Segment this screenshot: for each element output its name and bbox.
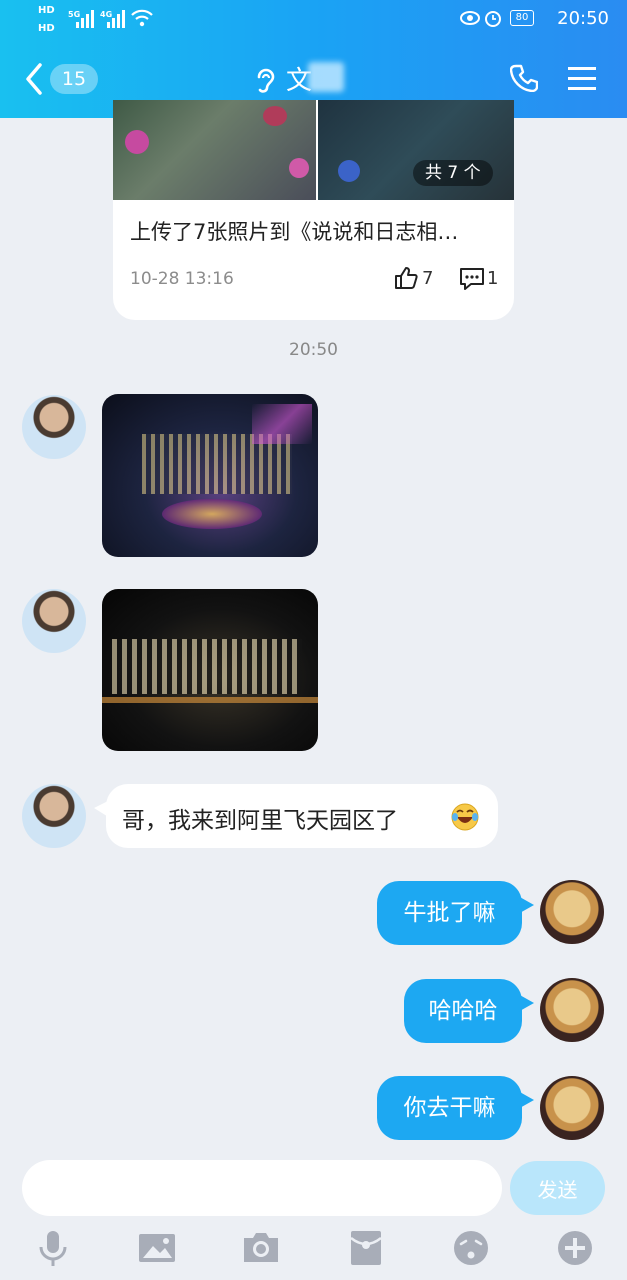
sent-message-bubble[interactable]: 你去干嘛	[377, 1076, 522, 1140]
sent-message-bubble[interactable]: 牛批了嘛	[377, 881, 522, 945]
status-time: 20:50	[557, 8, 609, 29]
battery-indicator: 80	[510, 10, 534, 26]
camera-icon[interactable]	[241, 1228, 281, 1268]
message-text: 哈哈哈	[428, 998, 498, 1024]
laughing-emoji-icon	[451, 803, 479, 831]
qzone-share-card[interactable]: 共 7 个 上传了7张照片到《说说和日志相… 10-28 13:16 7 1	[113, 100, 514, 320]
red-packet-icon[interactable]	[346, 1228, 386, 1268]
bubble-tail	[518, 1091, 534, 1109]
voice-icon[interactable]	[33, 1228, 73, 1268]
phone-icon[interactable]	[510, 64, 538, 92]
image-message[interactable]	[102, 394, 318, 557]
contact-avatar[interactable]	[22, 589, 86, 653]
card-photo-1[interactable]	[113, 100, 316, 200]
card-date: 10-28 13:16	[130, 269, 234, 289]
image-icon[interactable]	[137, 1228, 177, 1268]
my-avatar[interactable]	[540, 1076, 604, 1140]
like-icon[interactable]	[394, 266, 418, 290]
ear-icon[interactable]	[254, 66, 276, 94]
emoji-icon[interactable]	[451, 1228, 491, 1268]
message-timestamp: 20:50	[289, 340, 338, 360]
send-button[interactable]: 发送	[510, 1161, 605, 1215]
plus-icon[interactable]	[555, 1228, 595, 1268]
comment-count: 1	[487, 268, 499, 289]
alarm-icon	[485, 11, 501, 27]
hd-label-top: HD	[38, 5, 55, 16]
message-input[interactable]	[22, 1160, 502, 1216]
signal-icon	[76, 10, 94, 28]
comment-icon[interactable]	[459, 267, 485, 291]
card-title: 上传了7张照片到《说说和日志相…	[130, 220, 459, 244]
wifi-icon	[131, 9, 153, 27]
bubble-tail	[518, 896, 534, 914]
message-text: 哥，我来到阿里飞天园区了	[122, 808, 398, 834]
my-avatar[interactable]	[540, 978, 604, 1042]
eye-icon	[460, 11, 480, 25]
my-avatar[interactable]	[540, 880, 604, 944]
message-text: 牛批了嘛	[403, 900, 496, 926]
message-text: 你去干嘛	[403, 1095, 496, 1121]
sent-message-bubble[interactable]: 哈哈哈	[404, 979, 522, 1043]
bubble-tail	[518, 994, 534, 1012]
image-message[interactable]	[102, 589, 318, 751]
text-message-bubble[interactable]: 哥，我来到阿里飞天园区了	[106, 784, 498, 848]
unread-count-badge[interactable]: 15	[50, 64, 98, 94]
signal-icon-2	[107, 10, 125, 28]
name-redaction	[308, 62, 344, 92]
menu-icon[interactable]	[568, 66, 596, 92]
hd-label-bottom: HD	[38, 23, 55, 34]
contact-avatar[interactable]	[22, 395, 86, 459]
like-count: 7	[422, 268, 434, 289]
photo-count-badge: 共 7 个	[413, 160, 493, 186]
back-icon[interactable]	[24, 62, 44, 96]
contact-avatar[interactable]	[22, 784, 86, 848]
